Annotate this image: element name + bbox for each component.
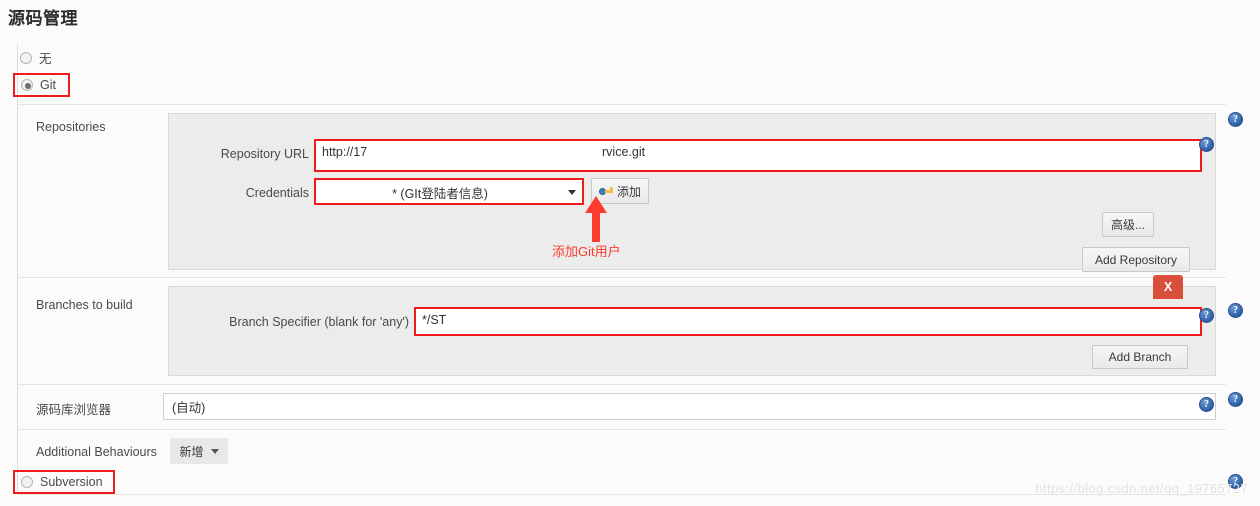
credentials-label: Credentials bbox=[245, 186, 309, 200]
page-title: 源码管理 bbox=[8, 9, 78, 28]
add-repository-button-label: Add Repository bbox=[1094, 252, 1178, 267]
branch-specifier-input[interactable]: */ST bbox=[414, 307, 1202, 336]
delete-branch-button-label: X bbox=[1163, 280, 1173, 294]
branches-section: Branches to build Branch Specifier (blan… bbox=[18, 275, 1226, 385]
scm-radio-git[interactable]: Git bbox=[13, 73, 70, 97]
add-branch-button-label: Add Branch bbox=[1108, 350, 1172, 364]
help-icon-repositories-label: ? bbox=[1233, 114, 1238, 125]
add-branch-button[interactable]: Add Branch bbox=[1092, 345, 1188, 369]
chevron-down-icon bbox=[210, 448, 219, 454]
branches-panel: Branch Specifier (blank for 'any') */ST … bbox=[168, 286, 1216, 376]
additional-behaviours-label: Additional Behaviours bbox=[36, 445, 157, 459]
help-icon-branch-specifier-label: ? bbox=[1204, 310, 1209, 321]
help-icon-repositories[interactable]: ? bbox=[1228, 112, 1243, 127]
radio-git-icon[interactable] bbox=[21, 79, 33, 91]
watermark-text: https://blog.csdn.net/qq_19765727 bbox=[1035, 481, 1248, 496]
scm-radio-none-label: 无 bbox=[39, 52, 52, 66]
advanced-button-label: 高级... bbox=[1111, 218, 1146, 232]
scm-radio-git-label: Git bbox=[40, 78, 56, 92]
help-icon-repository-browser-label: ? bbox=[1204, 399, 1209, 410]
help-icon-repository-browser[interactable]: ? bbox=[1199, 397, 1214, 412]
help-icon-branch-specifier[interactable]: ? bbox=[1199, 308, 1214, 323]
repository-browser-select[interactable]: (自动) bbox=[163, 393, 1216, 420]
help-icon-browser-outer[interactable]: ? bbox=[1228, 392, 1243, 407]
help-icon-branches[interactable]: ? bbox=[1228, 303, 1243, 318]
help-icon-repository-url[interactable]: ? bbox=[1199, 137, 1214, 152]
git-settings-block: Repositories Repository URL http://17 rv… bbox=[18, 104, 1226, 464]
repository-browser-value: (自动) bbox=[172, 401, 206, 415]
help-icon-branches-label: ? bbox=[1233, 305, 1238, 316]
additional-behaviours-add-button[interactable]: 新增 bbox=[170, 438, 228, 464]
scm-configuration-page: 源码管理 无 Git Repositories Repository URL h… bbox=[0, 0, 1260, 506]
annotation-text: 添加Git用户 bbox=[552, 244, 621, 259]
repository-url-input[interactable]: http://17 rvice.git bbox=[314, 139, 1202, 172]
branch-specifier-label: Branch Specifier (blank for 'any') bbox=[229, 315, 409, 329]
radio-subversion-icon[interactable] bbox=[21, 476, 33, 488]
radio-none-icon[interactable] bbox=[20, 51, 32, 64]
additional-behaviours-section: Additional Behaviours 新增 bbox=[18, 430, 1226, 475]
repository-browser-section: 源码库浏览器 (自动) ? bbox=[18, 385, 1226, 430]
credentials-value: * (GIt登陆者信息) bbox=[392, 187, 488, 201]
scm-radio-subversion[interactable]: Subversion bbox=[13, 470, 115, 494]
add-repository-button[interactable]: Add Repository bbox=[1082, 247, 1190, 272]
repositories-label: Repositories bbox=[36, 120, 106, 134]
help-icon-repository-url-label: ? bbox=[1204, 139, 1209, 150]
repository-url-label: Repository URL bbox=[220, 147, 309, 161]
scm-radio-subversion-label: Subversion bbox=[40, 475, 103, 489]
repository-url-value-start: http://17 bbox=[322, 145, 368, 159]
repositories-panel: Repository URL http://17 rvice.git Crede… bbox=[168, 113, 1216, 272]
chevron-down-icon bbox=[568, 189, 576, 195]
add-credentials-button-label: 添加 bbox=[617, 184, 642, 199]
repository-browser-label: 源码库浏览器 bbox=[36, 403, 112, 417]
help-icon-browser-outer-label: ? bbox=[1233, 394, 1238, 405]
delete-branch-button[interactable]: X bbox=[1153, 275, 1183, 299]
credentials-select[interactable]: * (GIt登陆者信息) bbox=[314, 178, 584, 205]
repositories-section: Repositories Repository URL http://17 rv… bbox=[18, 105, 1226, 278]
key-icon bbox=[599, 186, 613, 196]
repository-url-value-end: rvice.git bbox=[602, 145, 646, 159]
additional-behaviours-add-button-label: 新增 bbox=[179, 444, 204, 459]
annotation-arrow-icon bbox=[584, 196, 608, 242]
branches-label: Branches to build bbox=[36, 298, 133, 312]
scm-radio-none[interactable]: 无 bbox=[20, 48, 52, 67]
advanced-button[interactable]: 高级... bbox=[1102, 212, 1154, 237]
